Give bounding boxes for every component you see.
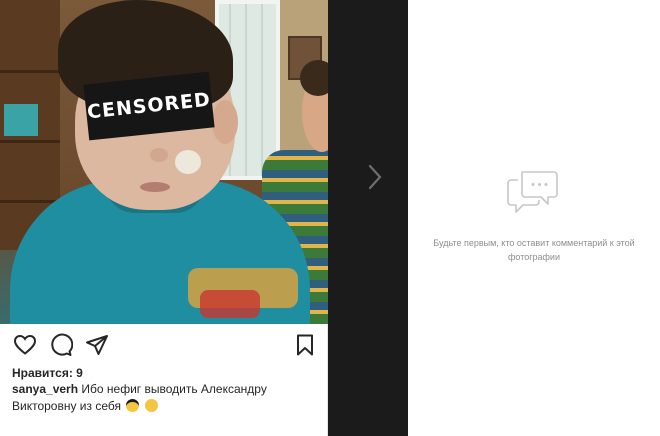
censor-label: CENSORED — [86, 88, 212, 124]
comments-panel: Будьте первым, кто оставит комментарий к… — [408, 0, 660, 436]
speech-bubbles-icon — [507, 171, 558, 213]
comment-icon — [51, 333, 73, 356]
smiling-face-with-sunglasses-emoji — [126, 399, 140, 412]
lightbox-backdrop — [328, 0, 408, 436]
post-action-bar — [0, 328, 328, 362]
post-card: CENSORED Нравится: 9 sanya_verh Ибо нефи… — [0, 0, 328, 436]
likes-count[interactable]: Нравится: 9 — [12, 366, 83, 380]
save-button[interactable] — [292, 332, 318, 358]
empty-comments-message: Будьте первым, кто оставит комментарий к… — [433, 238, 635, 262]
shelf-book — [4, 120, 38, 136]
next-post-button[interactable] — [360, 160, 390, 194]
chevron-right-icon — [368, 164, 382, 190]
caption-username[interactable]: sanya_verh — [12, 382, 78, 396]
child-nose — [150, 148, 168, 162]
shelf-divider — [0, 70, 60, 73]
post-photo[interactable]: CENSORED — [0, 0, 328, 324]
cheek-smudge — [175, 150, 201, 174]
comment-button[interactable] — [48, 332, 74, 358]
send-icon — [86, 335, 108, 355]
shirt-print — [200, 290, 260, 318]
shelf-divider — [0, 140, 60, 143]
tired-face-emoji — [144, 399, 158, 412]
shelf-book — [4, 104, 38, 120]
share-button[interactable] — [84, 332, 110, 358]
child-mouth — [140, 182, 170, 192]
second-child-hair — [300, 60, 328, 96]
child-ear — [212, 100, 238, 144]
like-button[interactable] — [12, 332, 38, 358]
heart-icon — [13, 334, 37, 355]
bookmark-icon — [297, 334, 313, 356]
post-caption: sanya_verh Ибо нефиг выводить Александру… — [12, 381, 312, 415]
